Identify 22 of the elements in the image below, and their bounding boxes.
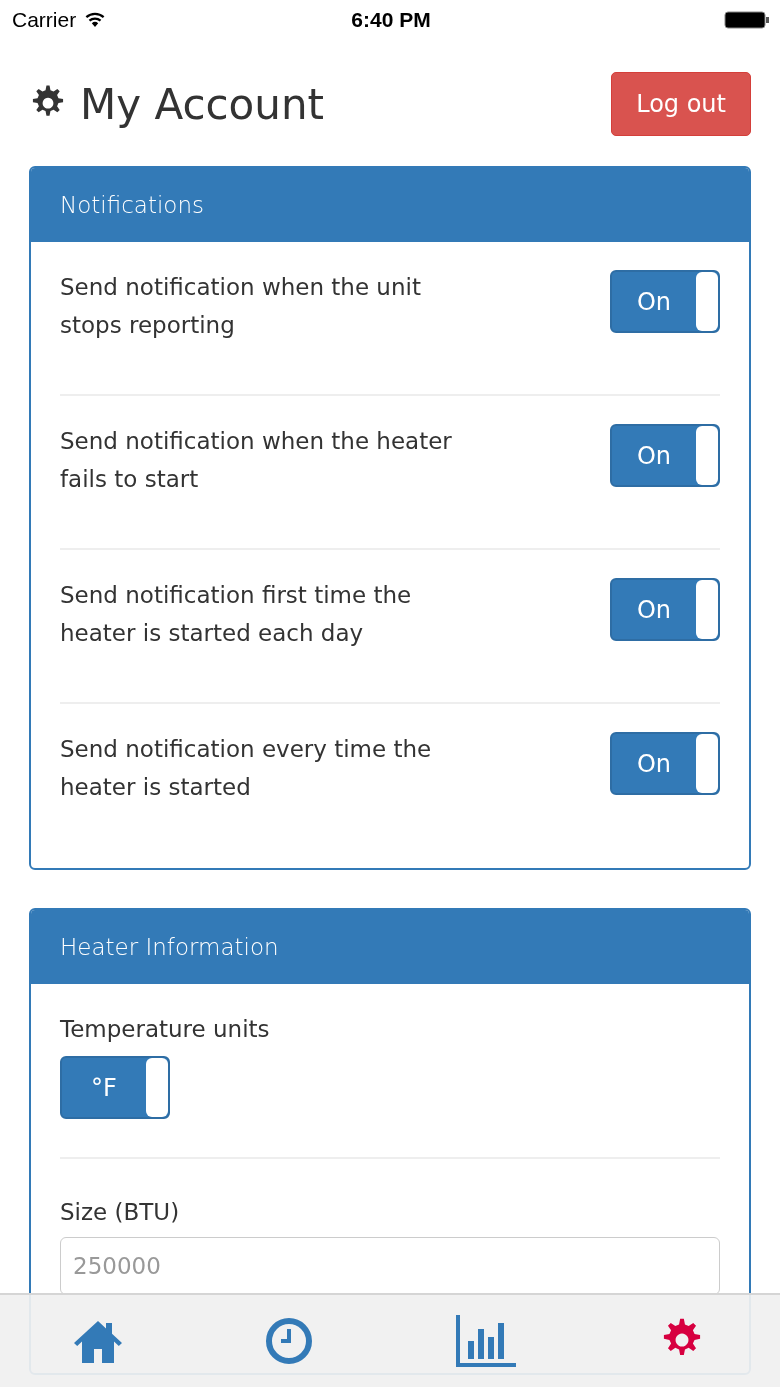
wifi-icon xyxy=(84,12,107,28)
status-time: 6:40 PM xyxy=(351,8,431,32)
carrier-name: Carrier xyxy=(12,8,77,32)
battery-icon xyxy=(724,11,770,29)
page-title: My Account xyxy=(80,79,325,129)
toggle-switch[interactable]: On xyxy=(610,578,720,641)
clock-icon[interactable] xyxy=(265,1317,314,1365)
field-label: Temperature units xyxy=(60,1016,270,1042)
toggle-switch[interactable]: On xyxy=(610,270,720,333)
toggle-switch[interactable]: On xyxy=(610,424,720,487)
bar-chart-icon[interactable] xyxy=(454,1315,517,1367)
setting-label: Send notification first time the heater is started each day xyxy=(60,581,413,648)
toggle-switch[interactable]: On xyxy=(610,732,720,795)
size-input[interactable]: 250000 xyxy=(60,1237,720,1295)
setting-label: Send notification when the heater fails to start xyxy=(60,427,453,494)
logout-button[interactable]: Log out xyxy=(611,72,751,136)
setting-label: Send notification when the unit stops reporting xyxy=(60,273,422,340)
panel-heading: Heater Information xyxy=(31,910,749,984)
field-label: Size (BTU) xyxy=(60,1199,180,1225)
panel-heading: Notifications xyxy=(31,168,749,242)
setting-label: Send notification every time the heater is started xyxy=(60,735,433,802)
toggle-switch[interactable]: °F xyxy=(60,1056,170,1119)
